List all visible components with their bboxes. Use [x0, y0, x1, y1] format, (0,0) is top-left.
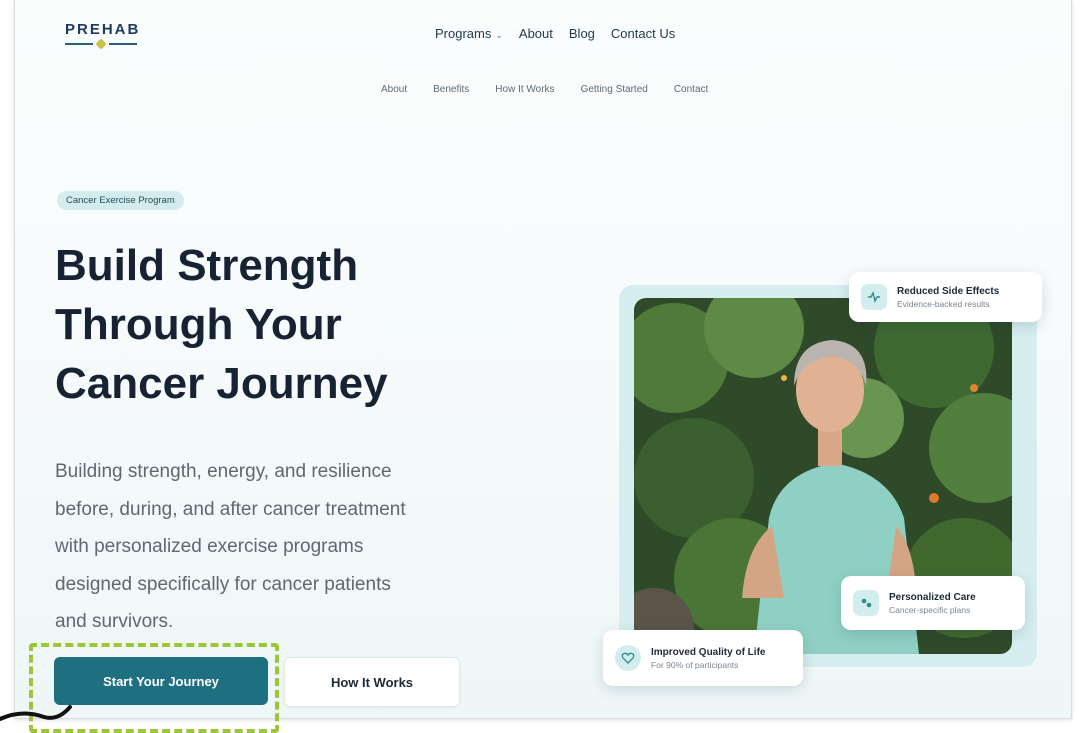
- subnav-item-getting-started[interactable]: Getting Started: [581, 84, 648, 95]
- subnav-item-benefits[interactable]: Benefits: [433, 84, 469, 95]
- heart-icon: [615, 645, 641, 671]
- nav-item-blog[interactable]: Blog: [569, 26, 595, 41]
- nav-item-about[interactable]: About: [519, 26, 553, 41]
- browser-viewport: PREHAB Programs ⌄ About Blog Contact Us A…: [14, 0, 1072, 719]
- card-subtitle: Cancer-specific plans: [889, 604, 971, 615]
- card-title: Improved Quality of Life: [651, 646, 766, 658]
- stat-card-quality-of-life: Improved Quality of Life For 90% of part…: [603, 630, 803, 686]
- hero-subtitle-line: with personalized exercise programs: [55, 536, 364, 557]
- pen-annotation: [0, 705, 72, 721]
- card-subtitle: For 90% of participants: [651, 659, 739, 670]
- site-logo[interactable]: PREHAB: [65, 21, 141, 50]
- users-icon: [853, 590, 879, 616]
- subnav-item-how-it-works[interactable]: How It Works: [495, 84, 554, 95]
- how-it-works-button[interactable]: How It Works: [284, 657, 460, 707]
- program-badge: Cancer Exercise Program: [57, 191, 184, 210]
- nav-item-programs[interactable]: Programs ⌄: [435, 26, 503, 41]
- stat-card-side-effects: Reduced Side Effects Evidence-backed res…: [849, 272, 1042, 322]
- hero-subtitle-line: and survivors.: [55, 611, 174, 632]
- main-nav: Programs ⌄ About Blog Contact Us: [435, 26, 675, 41]
- card-title: Reduced Side Effects: [897, 285, 1000, 297]
- section-nav: About Benefits How It Works Getting Star…: [381, 84, 708, 95]
- stat-card-personalized-care: Personalized Care Cancer-specific plans: [841, 576, 1025, 630]
- hero-title: Build Strength Through Your Cancer Journ…: [55, 236, 595, 413]
- hero-subtitle-line: designed specifically for cancer patient…: [55, 573, 391, 595]
- logo-mark: [65, 38, 140, 50]
- hero-subtitle-line: Building strength, energy, and resilienc…: [55, 461, 392, 482]
- card-subtitle: Evidence-backed results: [897, 298, 990, 309]
- hero-title-line: Cancer Journey: [55, 359, 388, 408]
- hero-title-line: Build Strength: [55, 241, 359, 290]
- subnav-item-about[interactable]: About: [381, 84, 407, 95]
- chevron-down-icon: ⌄: [495, 30, 503, 40]
- logo-text: PREHAB: [65, 21, 141, 38]
- hero-title-line: Through Your: [55, 300, 342, 349]
- subnav-item-contact[interactable]: Contact: [674, 84, 708, 95]
- card-title: Personalized Care: [889, 591, 976, 603]
- nav-item-contact-us[interactable]: Contact Us: [611, 26, 675, 41]
- activity-icon: [861, 284, 887, 310]
- hero-subtitle: Building strength, energy, and resilienc…: [55, 453, 555, 641]
- hero-subtitle-line: before, during, and after cancer treatme…: [55, 498, 406, 520]
